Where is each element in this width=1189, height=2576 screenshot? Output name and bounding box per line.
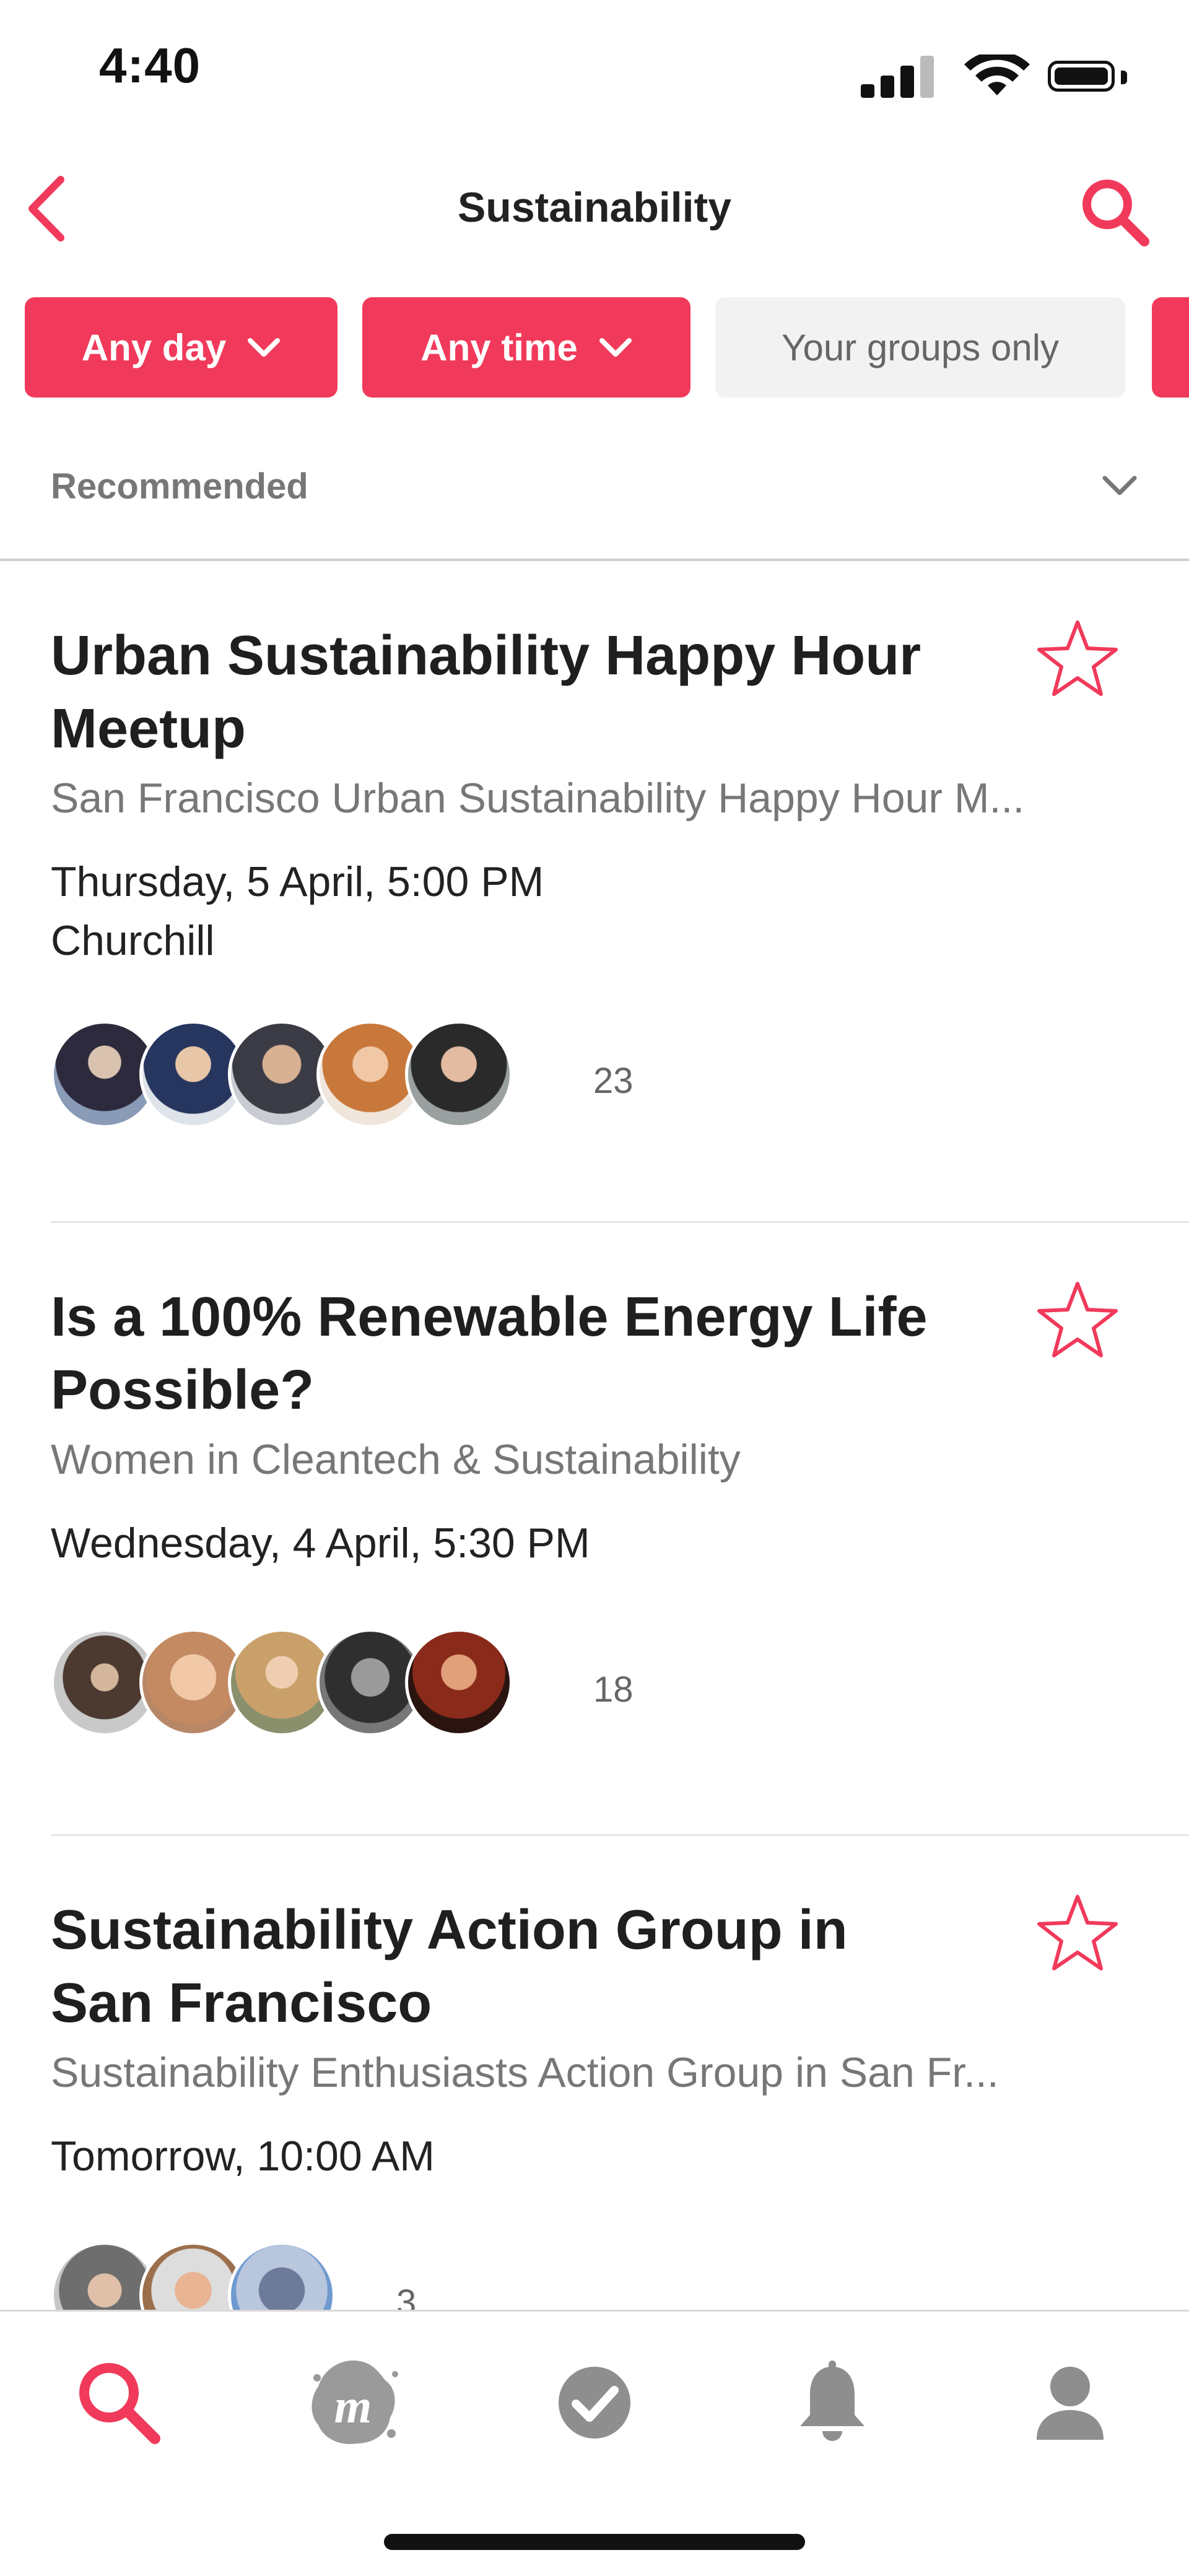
event-datetime: Tomorrow, 10:00 AM xyxy=(51,2133,435,2180)
tab-meetup[interactable]: m xyxy=(303,2353,403,2452)
event-title[interactable]: Urban Sustainability Happy Hour Meetup xyxy=(51,619,949,765)
bell-icon xyxy=(800,2361,865,2441)
attendee-avatars[interactable] xyxy=(51,1629,521,1738)
check-circle-icon xyxy=(559,2367,630,2439)
event-datetime: Thursday, 5 April, 5:00 PM xyxy=(51,858,544,905)
filter-any-day[interactable]: Any day xyxy=(25,297,338,398)
status-time: 4:40 xyxy=(99,38,201,93)
sort-label: Recommended xyxy=(51,466,308,507)
svg-text:m: m xyxy=(334,2379,372,2433)
divider xyxy=(0,559,1189,561)
event-datetime: Wednesday, 4 April, 5:30 PM xyxy=(51,1520,590,1567)
tab-going[interactable] xyxy=(545,2353,644,2452)
home-indicator xyxy=(384,2534,805,2550)
tab-search[interactable] xyxy=(69,2353,168,2452)
filter-next-chip[interactable] xyxy=(1152,297,1189,398)
battery-cap xyxy=(1121,71,1127,84)
filter-label: Your groups only xyxy=(781,326,1060,368)
event-title[interactable]: Is a 100% Renewable Energy Life Possible… xyxy=(51,1281,949,1427)
filter-label: Any day xyxy=(81,326,227,368)
event-group: San Francisco Urban Sustainability Happy… xyxy=(51,775,1025,822)
meetup-logo-icon: m xyxy=(311,2361,398,2444)
attendee-count: 23 xyxy=(593,1061,634,1101)
attendee-count: 18 xyxy=(593,1669,634,1710)
search-icon xyxy=(79,2363,160,2444)
filter-label: Any time xyxy=(420,326,578,368)
star-icon[interactable] xyxy=(1034,616,1121,703)
chevron-down-icon xyxy=(599,338,632,357)
signal-icon xyxy=(861,54,935,98)
chevron-down-icon xyxy=(248,338,281,357)
filter-your-groups-only[interactable]: Your groups only xyxy=(715,297,1125,398)
profile-icon xyxy=(1037,2367,1104,2440)
tab-profile[interactable] xyxy=(1021,2353,1120,2452)
star-icon[interactable] xyxy=(1034,1891,1121,1977)
avatar xyxy=(405,1629,513,1736)
divider xyxy=(51,1221,1189,1223)
attendee-avatars[interactable] xyxy=(51,1020,521,1129)
event-venue: Churchill xyxy=(51,917,215,964)
page-title: Sustainability xyxy=(457,184,732,231)
event-group: Sustainability Enthusiasts Action Group … xyxy=(51,2049,999,2096)
filter-any-time[interactable]: Any time xyxy=(362,297,690,398)
status-icons xyxy=(830,54,1139,98)
chevron-down-icon[interactable] xyxy=(1101,473,1138,498)
search-button[interactable] xyxy=(1078,175,1152,249)
battery-icon xyxy=(1048,61,1115,92)
tab-notifications[interactable] xyxy=(783,2353,882,2452)
star-icon[interactable] xyxy=(1034,1277,1121,1364)
event-group: Women in Cleantech & Sustainability xyxy=(51,1436,741,1483)
wifi-icon xyxy=(964,54,1030,95)
divider xyxy=(51,1834,1189,1836)
event-title[interactable]: Sustainability Action Group in San Franc… xyxy=(51,1894,949,2040)
avatar xyxy=(405,1020,513,1128)
